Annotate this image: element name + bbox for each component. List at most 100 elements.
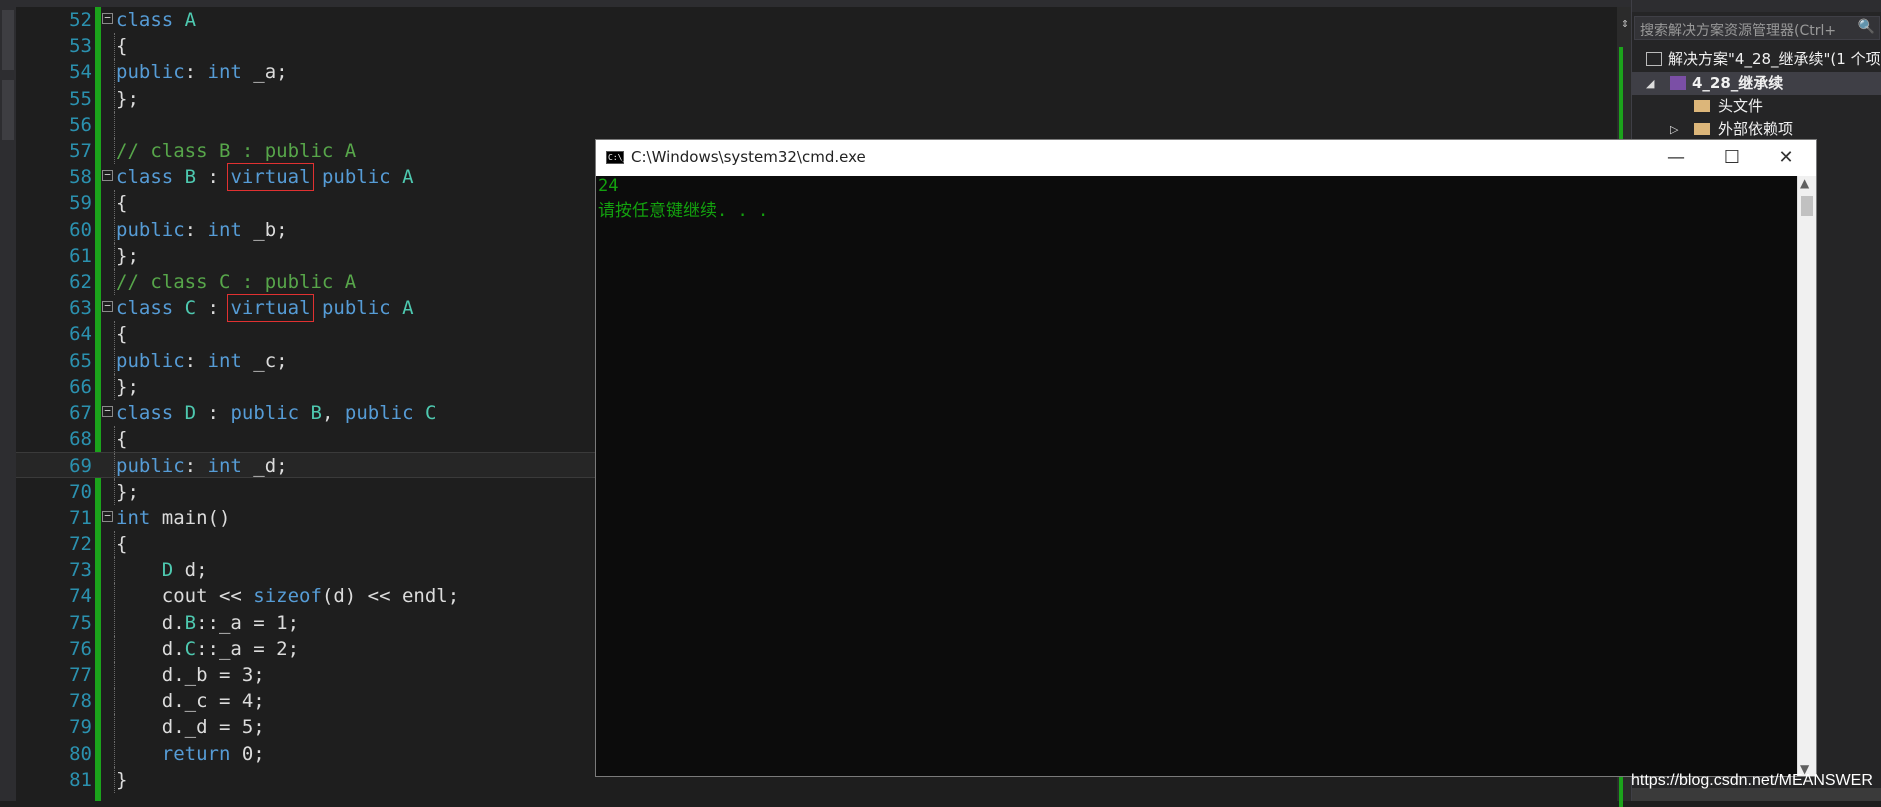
line-number: 78 [69, 690, 92, 713]
indent-guide [114, 321, 115, 348]
line-number: 57 [69, 140, 92, 162]
maximize-button[interactable]: ☐ [1704, 144, 1760, 172]
cmd-window[interactable]: C:\_ C:\Windows\system32\cmd.exe — ☐ ✕ 2… [595, 139, 1817, 777]
code-text: public: int _d; [116, 455, 288, 478]
line-number: 69 [69, 455, 92, 478]
code-text: class D : public B, public C [116, 402, 437, 424]
code-text: return 0; [161, 742, 265, 765]
code-text: { [116, 533, 128, 555]
code-text: }; [116, 87, 139, 110]
project-icon [1670, 76, 1686, 90]
indent-guide [114, 33, 115, 60]
line-number: 60 [69, 218, 92, 241]
code-text: // class C : public A [116, 271, 357, 293]
headers-label: 头文件 [1718, 97, 1764, 115]
code-line[interactable]: 54 public: int _a; [16, 59, 1631, 86]
code-text: d._b = 3; [116, 664, 265, 686]
line-number: 74 [69, 585, 92, 608]
expand-arrow-icon[interactable]: ◢ [1646, 72, 1654, 95]
fold-toggle-icon[interactable]: − [102, 300, 113, 313]
indent-guide [114, 59, 115, 86]
solution-icon [1646, 52, 1662, 66]
code-text: cout << sizeof(d) << endl; [116, 585, 460, 608]
scroll-thumb[interactable] [1801, 196, 1813, 216]
line-number: 79 [69, 716, 92, 739]
code-text: public: int _a; [116, 61, 288, 84]
cmd-title-bar[interactable]: C:\_ C:\Windows\system32\cmd.exe — ☐ ✕ [596, 140, 1816, 176]
fold-toggle-icon[interactable]: − [102, 405, 113, 417]
code-text: }; [116, 375, 139, 398]
solution-search-input[interactable]: 搜索解决方案资源管理器(Ctrl+ 🔍 [1634, 16, 1880, 40]
line-number: 70 [69, 480, 92, 503]
code-text: d.C::_a = 2; [116, 637, 300, 660]
code-text: { [116, 428, 128, 451]
console-scrollbar[interactable]: ▲ ▼ [1797, 176, 1816, 776]
minimize-button[interactable]: — [1648, 144, 1704, 172]
line-number: 65 [69, 349, 92, 372]
search-icon[interactable]: 🔍 [1858, 19, 1875, 35]
cmd-app-icon: C:\_ [606, 151, 628, 164]
indent-guide [114, 662, 115, 688]
code-text: d._d = 5; [116, 716, 265, 739]
search-placeholder: 搜索解决方案资源管理器(Ctrl+ [1640, 23, 1837, 39]
split-window-icon[interactable]: ⇕ [1621, 17, 1629, 31]
folder-icon [1694, 123, 1710, 135]
indent-guide [114, 714, 115, 741]
project-node[interactable]: ◢ 4_28_继承续 [1632, 72, 1881, 95]
code-line[interactable]: 53 { [16, 33, 1631, 60]
line-number: 53 [69, 35, 92, 58]
indent-guide [114, 478, 115, 505]
line-number: 71 [69, 506, 92, 529]
close-button[interactable]: ✕ [1758, 144, 1814, 172]
code-text: class C : virtual public A [116, 294, 414, 323]
console-line: 24 [598, 176, 619, 196]
code-text: public: int _b; [116, 218, 288, 241]
server-explorer-tab[interactable] [2, 80, 14, 140]
fold-toggle-icon[interactable]: − [102, 12, 113, 24]
indent-guide [114, 635, 115, 662]
line-number: 62 [69, 271, 92, 293]
code-line[interactable]: 52− class A [16, 7, 1631, 33]
line-number: 66 [69, 375, 92, 398]
project-label: 4_28_继承续 [1692, 74, 1784, 92]
code-text: }; [116, 480, 139, 503]
toolbox-tab[interactable] [2, 10, 14, 70]
line-number: 67 [69, 402, 92, 424]
line-number: 75 [69, 611, 92, 634]
line-number: 80 [69, 742, 92, 765]
external-deps-node[interactable]: ▷ 外部依赖项 [1632, 118, 1881, 141]
code-text: class A [116, 9, 197, 31]
indent-guide [114, 426, 115, 453]
code-text: public: int _c; [116, 349, 288, 372]
solution-label: 解决方案"4_28_继承续"(1 个项 [1668, 50, 1881, 68]
line-number: 56 [69, 113, 92, 136]
indent-guide [114, 557, 115, 584]
left-tool-strip [0, 0, 17, 801]
indent-guide [114, 85, 115, 112]
line-number: 81 [69, 768, 92, 791]
code-line[interactable]: 56 [16, 111, 1631, 138]
collapse-arrow-icon[interactable]: ▷ [1670, 118, 1678, 141]
indent-guide [114, 269, 115, 295]
fold-toggle-icon[interactable]: − [102, 169, 113, 182]
headers-folder-node[interactable]: 头文件 [1632, 95, 1881, 118]
watermark: https://blog.csdn.net/MEANSWER [1631, 772, 1873, 789]
code-text: class B : virtual public A [116, 163, 414, 192]
indent-guide [114, 740, 115, 767]
indent-guide [114, 373, 115, 400]
code-text: { [116, 323, 128, 346]
solution-node[interactable]: 解决方案"4_28_继承续"(1 个项 [1632, 48, 1881, 71]
code-line[interactable]: 55}; [16, 85, 1631, 112]
fold-toggle-icon[interactable]: − [102, 510, 113, 522]
indent-guide [114, 766, 115, 793]
indent-guide [114, 583, 115, 610]
indent-guide [114, 688, 115, 715]
line-number: 61 [69, 244, 92, 267]
indent-guide [114, 242, 115, 269]
console-output[interactable]: 24 请按任意键继续. . . [596, 176, 1796, 776]
code-text: // class B : public A [116, 140, 357, 162]
scroll-up-icon[interactable]: ▲ [1800, 176, 1809, 190]
console-line: 请按任意键继续. . . [598, 201, 769, 221]
line-number: 77 [69, 664, 92, 686]
indent-guide [114, 111, 115, 138]
